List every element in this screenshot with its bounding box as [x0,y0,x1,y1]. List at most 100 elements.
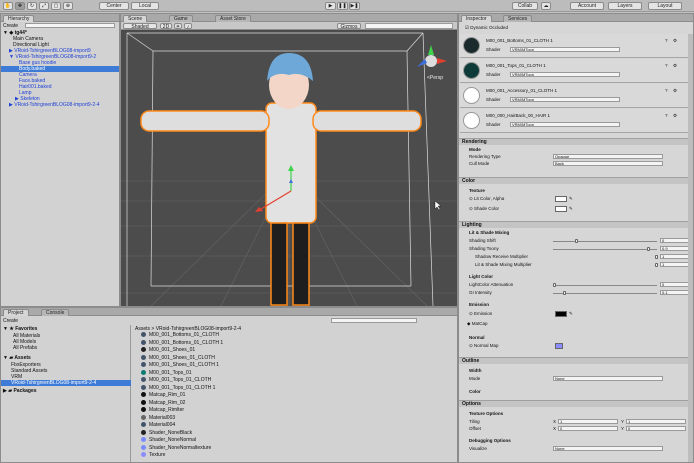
tab-services[interactable]: Services [503,15,533,22]
project-file-item[interactable]: Matcap_Rimlter [141,407,184,413]
tiling-x-field[interactable]: 1 [558,419,618,424]
project-file-item[interactable]: M00_001_Bottoms_01_CLOTH [141,332,219,338]
settings-gear-icon[interactable]: ⚙ [673,63,677,68]
shader-dropdown[interactable]: VRM/MToon [510,47,620,52]
pivot-local-button[interactable]: Local [131,2,159,10]
hierarchy-search-input[interactable] [25,23,115,28]
project-file-item[interactable]: Shader_NoneNormal [141,437,196,443]
pause-button[interactable]: ❚❚ [337,2,348,10]
cloud-icon[interactable]: ☁ [541,2,551,10]
project-file-item[interactable]: Material004 [141,422,175,428]
outline-mode-dropdown[interactable]: None [553,376,663,381]
2d-toggle-button[interactable]: 2D [160,23,172,30]
help-icon[interactable]: ? [665,63,668,68]
account-dropdown[interactable]: Account [570,2,604,10]
tiling-y-field[interactable]: 1 [626,419,686,424]
lc-atten-slider[interactable] [553,285,657,286]
lighting-toggle-icon[interactable]: ☀ [174,23,182,30]
collab-button[interactable]: Collab [512,2,538,10]
shade-color-row[interactable]: ⊙ Shade Color [469,206,499,211]
shader-dropdown[interactable]: VRM/MToon [510,122,620,127]
project-file-item[interactable]: M00_001_Tops_01_CLOTH [141,377,211,383]
project-create-button[interactable]: Create [3,318,18,324]
settings-gear-icon[interactable]: ⚙ [673,113,677,118]
assets-header[interactable]: ▼ ▰ Assets [3,355,31,361]
project-file-item[interactable]: M00_001_Shoes_01_CLOTH 1 [141,362,219,368]
layers-dropdown[interactable]: Layers [608,2,642,10]
shading-shift-knob[interactable] [575,239,578,243]
project-file-item[interactable]: Material003 [141,415,175,421]
dynamic-occluded-checkbox[interactable]: ☑ Dynamic Occluded [465,25,508,30]
favorite-item[interactable]: All Prefabs [13,345,37,351]
project-file-item[interactable]: M00_001_Tops_01_CLOTH 1 [141,385,215,391]
rotate-tool-button[interactable]: ↻ [27,2,37,10]
packages-header[interactable]: ▶ ▰ Packages [3,388,37,394]
scene-viewport[interactable]: <Persp [121,31,457,306]
tab-console[interactable]: Console [41,309,70,316]
eyedropper-icon[interactable]: ✎ [569,196,573,201]
eyedropper-icon[interactable]: ✎ [569,206,573,211]
emission-color-swatch[interactable] [555,311,567,317]
favorites-header[interactable]: ▼ ★ Favorites [3,326,37,332]
cull-mode-dropdown[interactable]: Back [553,161,663,166]
rect-tool-button[interactable]: ▢ [51,2,61,10]
play-button[interactable]: ▶ [325,2,336,10]
gizmos-dropdown[interactable]: Gizmos [337,23,361,30]
hierarchy-create-button[interactable]: Create [3,23,18,29]
pivot-center-button[interactable]: Center [99,2,129,10]
normal-map-slot[interactable] [555,343,563,349]
inspector-scrollbar[interactable] [688,34,693,462]
settings-gear-icon[interactable]: ⚙ [673,38,677,43]
shading-mode-dropdown[interactable]: Shaded [123,23,157,30]
scale-tool-button[interactable]: ⤢ [39,2,49,10]
shadow-receive-knob[interactable] [655,255,658,259]
project-file-item[interactable]: Texture [141,452,165,458]
offset-x-field[interactable]: 0 [558,426,618,431]
help-icon[interactable]: ? [665,113,668,118]
project-file-item[interactable]: M00_001_Bottoms_01_CLOTH 1 [141,340,223,346]
shading-shift-slider[interactable] [553,241,657,242]
normal-map-row[interactable]: ⊙ Normal Map [469,343,499,348]
audio-toggle-icon[interactable]: ♪ [184,23,192,30]
transform-tool-button[interactable]: ⊕ [63,2,73,10]
hierarchy-item[interactable]: ▶ VRoid-TshirgreenBLOG08-import9-2-4 [9,102,100,108]
project-file-item[interactable]: M00_001_Tops_01 [141,370,192,376]
hand-tool-button[interactable]: ✋ [3,2,13,10]
project-file-item[interactable]: Shader_NoneNormaltexture [141,445,211,451]
visualize-dropdown[interactable]: None [553,446,663,451]
project-file-item[interactable]: Matcap_Rim_01 [141,392,185,398]
move-tool-button[interactable]: ✥ [15,2,25,10]
shade-color-swatch[interactable] [555,206,567,212]
settings-gear-icon[interactable]: ⚙ [673,88,677,93]
tab-scene[interactable]: Scene [123,15,148,22]
project-file-item[interactable]: Shader_NoneBlack [141,430,192,436]
project-file-item[interactable]: M00_001_Shoes_01 [141,347,195,353]
step-button[interactable]: ▶❚ [349,2,360,10]
lc-atten-knob[interactable] [553,283,556,287]
shading-toony-knob[interactable] [647,247,650,251]
help-icon[interactable]: ? [665,38,668,43]
matcap-row[interactable]: ◆ MatCap [467,321,487,326]
layout-dropdown[interactable]: Layout [648,2,682,10]
rendering-type-dropdown[interactable]: Opaque [553,154,663,159]
gi-slider[interactable] [553,293,657,294]
gi-knob[interactable] [563,291,566,295]
lit-color-row[interactable]: ⊙ Lit Color, Alpha [469,196,504,201]
asset-folder-selected[interactable]: VRoid-TshirgreenBLOG08-import9-2-4 [1,380,131,386]
emission-row[interactable]: ⊙ Emission [469,311,492,316]
eyedropper-icon[interactable]: ✎ [569,311,573,316]
lit-color-swatch[interactable] [555,196,567,202]
shader-dropdown[interactable]: VRM/MToon [510,72,620,77]
project-file-item[interactable]: M00_001_Shoes_01_CLOTH [141,355,215,361]
tab-game[interactable]: Game [169,15,193,22]
tab-project[interactable]: Project [3,309,29,316]
help-icon[interactable]: ? [665,88,668,93]
offset-y-field[interactable]: 0 [626,426,686,431]
tab-asset-store[interactable]: Asset Store [215,15,251,22]
lit-mix-knob[interactable] [655,263,658,267]
tab-hierarchy[interactable]: Hierarchy [3,15,35,22]
shading-toony-slider[interactable] [553,249,657,250]
tab-inspector[interactable]: Inspector [461,15,492,22]
project-search-input[interactable] [331,318,417,323]
shader-dropdown[interactable]: VRM/MToon [510,97,620,102]
